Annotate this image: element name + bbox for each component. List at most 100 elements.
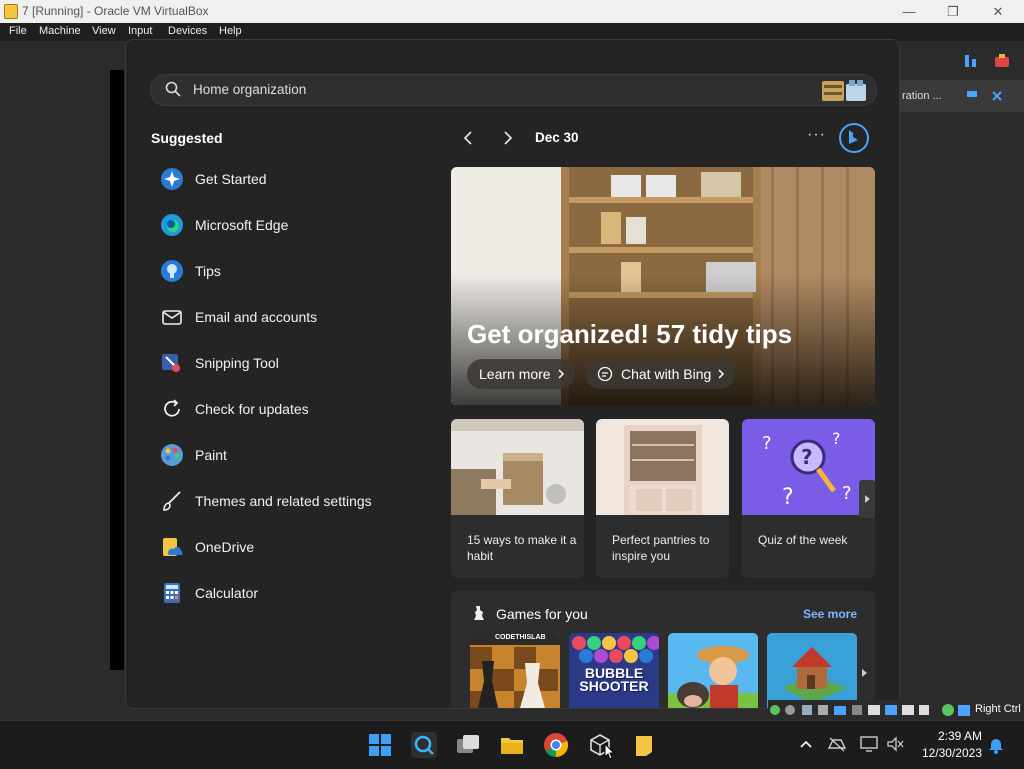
feed-card-quiz[interactable]: ? ? ? ? ? Quiz of the week (742, 419, 875, 578)
tips-bulb-icon (161, 260, 183, 282)
suggested-item-calculator[interactable]: Calculator (160, 575, 420, 615)
virtualbox-titlebar: 7 [Running] - Oracle VM VirtualBox — ❐ ✕ (0, 0, 1024, 23)
suggested-item-label: Get Started (195, 171, 267, 187)
chevron-right-icon (558, 369, 565, 379)
suggested-item-label: Tips (195, 263, 221, 279)
scroll-right-button[interactable] (859, 480, 875, 518)
search-taskbar-icon[interactable] (411, 732, 437, 758)
hero-title: Get organized! 57 tidy tips (467, 319, 793, 349)
task-view-icon[interactable] (455, 732, 481, 758)
chat-with-bing-button[interactable]: Chat with Bing (585, 359, 735, 389)
chevron-right-icon[interactable] (499, 128, 517, 148)
suggested-item-label: Paint (195, 447, 227, 463)
svg-text:?: ? (801, 445, 813, 469)
mouse-cursor-icon (604, 743, 616, 760)
builder-game-image (767, 633, 857, 708)
chevron-left-icon[interactable] (459, 128, 477, 148)
chat-with-bing-label: Chat with Bing (621, 366, 712, 382)
menu-machine[interactable]: Machine (39, 25, 81, 37)
suggested-item-email-accounts[interactable]: Email and accounts (160, 299, 420, 339)
game-tile-farm[interactable] (668, 633, 758, 708)
hero-card[interactable]: Get organized! 57 tidy tips Learn more C… (451, 167, 875, 405)
games-heading: Games for you (496, 606, 588, 622)
pantry-cabinet-image (596, 419, 729, 515)
learn-more-button[interactable]: Learn more (467, 359, 575, 389)
search-box[interactable]: Home organization (150, 74, 877, 106)
quiz-image: ? ? ? ? ? (742, 419, 875, 515)
game-tile-builder[interactable] (767, 633, 857, 708)
close-button[interactable]: ✕ (978, 2, 1018, 21)
suggested-item-label: Snipping Tool (195, 355, 279, 371)
suggested-item-themes[interactable]: Themes and related settings (160, 483, 420, 523)
see-more-link[interactable]: See more (803, 607, 857, 621)
mail-icon (162, 310, 182, 325)
edge-icon (161, 214, 183, 236)
games-scroll-right-icon[interactable] (859, 663, 869, 683)
suggested-item-tips[interactable]: Tips (160, 253, 420, 293)
calculator-icon (164, 583, 180, 603)
close-x-icon[interactable] (991, 90, 1003, 102)
sticky-app-icon[interactable] (631, 732, 657, 758)
background-window-text: ration ... (902, 90, 942, 102)
suggested-item-check-updates[interactable]: Check for updates (160, 391, 420, 431)
suggested-heading: Suggested (151, 130, 223, 146)
menu-input[interactable]: Input (128, 25, 152, 37)
suggested-item-paint[interactable]: Paint (160, 437, 420, 477)
brush-icon (163, 491, 181, 511)
minimize-button[interactable]: — (889, 2, 929, 21)
game-tile-chess[interactable]: CODETHISLAB (470, 633, 560, 708)
menu-view[interactable]: View (92, 25, 116, 37)
more-options-button[interactable]: ··· (807, 126, 826, 144)
suggested-item-microsoft-edge[interactable]: Microsoft Edge (160, 207, 420, 247)
get-started-icon (161, 168, 183, 190)
menu-devices[interactable]: Devices (168, 25, 207, 37)
chrome-icon[interactable] (543, 732, 569, 758)
suggested-item-onedrive[interactable]: OneDrive (160, 529, 420, 569)
clock-time[interactable]: 2:39 AM (912, 729, 982, 743)
search-input[interactable]: Home organization (193, 82, 306, 97)
feed-date: Dec 30 (535, 130, 579, 145)
farm-game-image (668, 633, 758, 708)
learn-more-label: Learn more (479, 366, 551, 382)
games-section: Games for you See more CODETHISLAB BUBBL… (451, 591, 875, 708)
svg-text:?: ? (832, 429, 841, 448)
window-title: 7 [Running] - Oracle VM VirtualBox (22, 4, 209, 18)
network-disconnected-icon[interactable] (827, 736, 847, 752)
windows-start-icon[interactable] (367, 732, 393, 758)
suggested-item-label: OneDrive (195, 539, 255, 555)
sort-icon[interactable] (963, 53, 979, 69)
suggested-item-label: Calculator (195, 585, 259, 601)
virtualbox-app-icon (4, 4, 18, 19)
file-explorer-icon[interactable] (499, 732, 525, 758)
speaker-muted-icon[interactable] (886, 736, 904, 752)
svg-text:?: ? (762, 433, 772, 454)
feed-card-label: 15 ways to make it a habit (467, 533, 577, 563)
search-highlight-illustration-icon (822, 80, 866, 101)
feed-card-label: Perfect pantries to inspire you (612, 533, 710, 563)
feed-card-habit[interactable]: 15 ways to make it a habit (451, 419, 584, 578)
search-icon (165, 81, 181, 97)
monitor-icon[interactable] (860, 736, 878, 752)
maximize-button[interactable]: ❐ (933, 2, 973, 21)
menu-file[interactable]: File (9, 25, 27, 37)
chevron-right-icon (718, 369, 725, 379)
host-key-label: Right Ctrl (975, 703, 1021, 715)
clock-date[interactable]: 12/30/2023 (912, 746, 982, 760)
toolbox-icon[interactable] (994, 53, 1010, 69)
pin-icon[interactable] (966, 90, 978, 100)
vm-device-icons (770, 704, 970, 716)
menu-help[interactable]: Help (219, 25, 242, 37)
feed-card-pantries[interactable]: Perfect pantries to inspire you (596, 419, 729, 578)
chevron-up-icon[interactable] (799, 738, 813, 750)
taskbar: 2:39 AM 12/30/2023 (0, 720, 1024, 769)
suggested-item-snipping-tool[interactable]: Snipping Tool (160, 345, 420, 385)
background-window-edge (110, 70, 124, 670)
bing-chat-icon[interactable] (838, 122, 870, 154)
game-tile-bubble-shooter[interactable]: BUBBLE SHOOTER (569, 633, 659, 708)
notification-bell-icon[interactable] (988, 736, 1004, 754)
snipping-tool-icon (162, 354, 180, 372)
svg-text:?: ? (842, 483, 852, 504)
suggested-item-label: Themes and related settings (195, 493, 372, 509)
chat-bubble-icon (597, 366, 613, 382)
suggested-item-get-started[interactable]: Get Started (160, 161, 420, 201)
